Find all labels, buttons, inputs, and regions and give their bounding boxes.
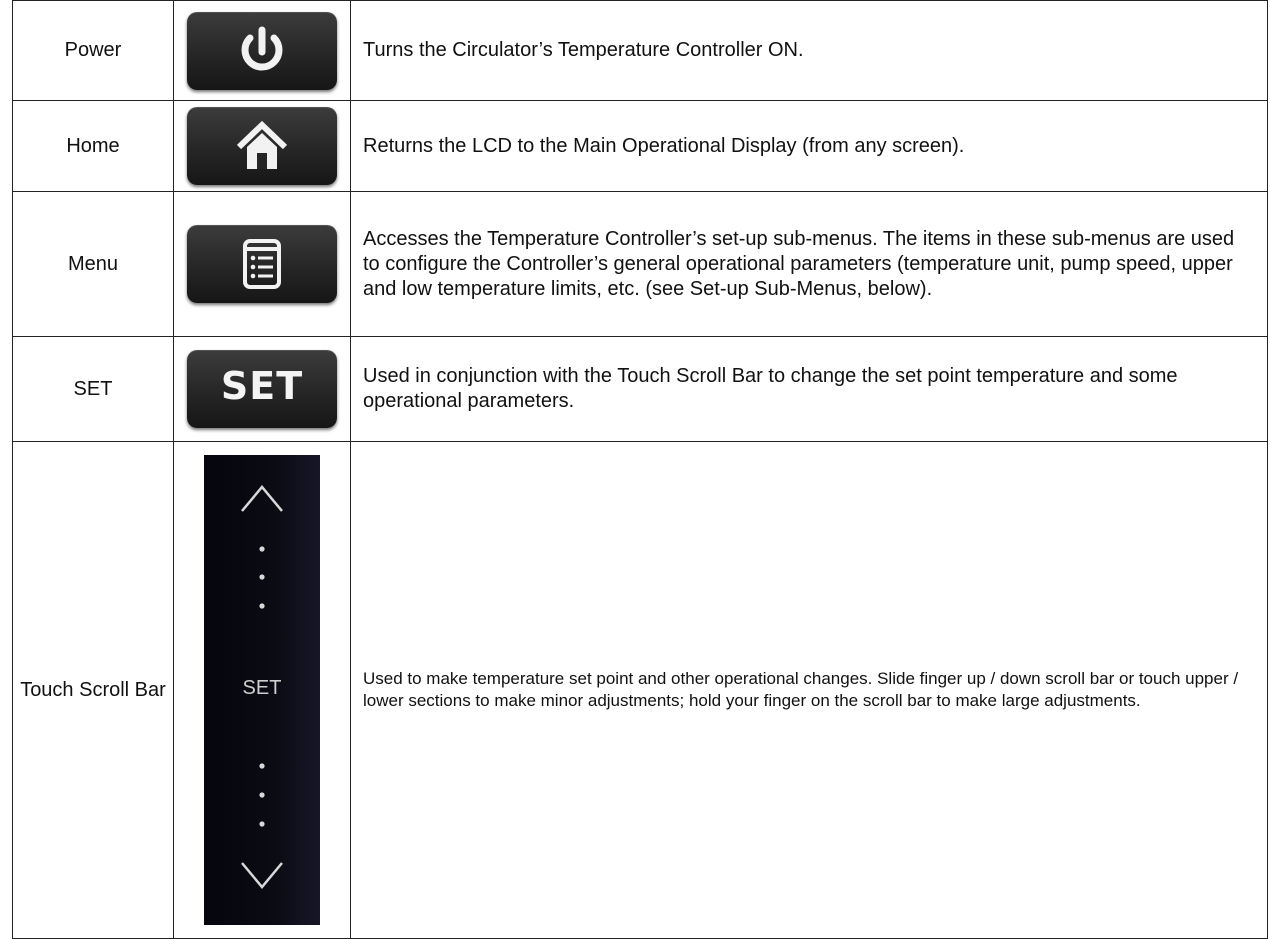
dot-icon: [259, 821, 265, 827]
dot-icon: [259, 603, 265, 609]
menu-list-icon: [243, 239, 281, 289]
control-image-cell: [173, 100, 351, 192]
control-description: Used in conjunction with the Touch Scrol…: [350, 336, 1268, 442]
set-key: SET: [187, 350, 337, 428]
dot-icon: [259, 546, 265, 552]
chevron-up-icon: [241, 485, 283, 512]
controls-table: Power Turns the Circulator’s Temperature…: [12, 0, 1268, 939]
dot-icon: [259, 574, 265, 580]
control-image-cell: [173, 191, 351, 337]
control-description: Accesses the Temperature Controller’s se…: [350, 191, 1268, 337]
control-name: SET: [12, 336, 174, 442]
control-name: Home: [12, 100, 174, 192]
scroll-bar-set-label: SET: [242, 677, 282, 699]
table-row: Menu Accesses the Temperature Controller…: [12, 191, 1268, 337]
table-row: Touch Scroll Bar SET Used to make temper…: [12, 441, 1268, 939]
home-icon: [236, 120, 288, 169]
control-description: Used to make temperature set point and o…: [350, 441, 1268, 939]
set-key-label: SET: [220, 364, 304, 408]
control-image-cell: SET: [173, 336, 351, 442]
power-key: [187, 11, 337, 90]
control-description: Turns the Circulator’s Temperature Contr…: [350, 0, 1268, 101]
power-icon: [241, 26, 283, 71]
control-name: Touch Scroll Bar: [12, 441, 174, 939]
menu-key: [187, 225, 337, 303]
control-image-cell: SET: [173, 441, 351, 939]
table-row: SET SET Used in conjunction with the Tou…: [12, 336, 1268, 442]
dot-icon: [259, 792, 265, 798]
control-name: Menu: [12, 191, 174, 337]
control-name: Power: [12, 0, 174, 101]
table-row: Power Turns the Circulator’s Temperature…: [12, 0, 1268, 101]
chevron-down-icon: [241, 862, 283, 889]
dot-icon: [259, 763, 265, 769]
table-row: Home Returns the LCD to the Main Operati…: [12, 100, 1268, 192]
control-description: Returns the LCD to the Main Operational …: [350, 100, 1268, 192]
touch-scroll-bar: SET: [204, 455, 320, 925]
home-key: [187, 107, 337, 185]
control-image-cell: [173, 0, 351, 101]
